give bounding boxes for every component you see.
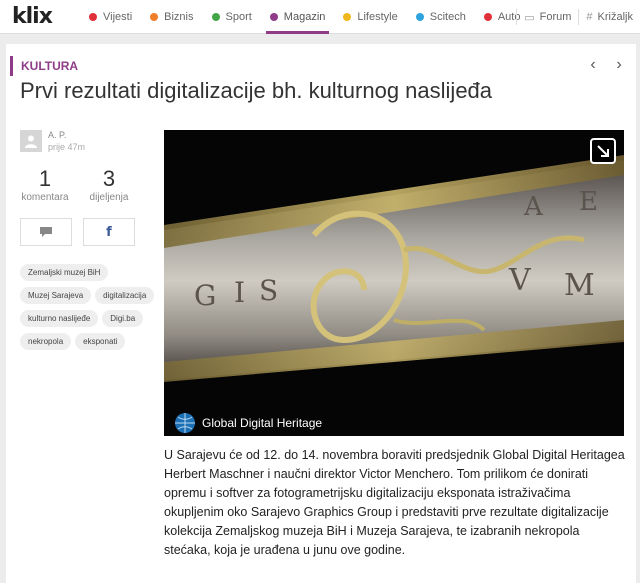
nav-item-label: Lifestyle xyxy=(357,11,398,23)
nav-dot-icon xyxy=(483,13,492,21)
top-navigation-bar: klix Vijesti Biznis Sport Magazin Lifestyle S… xyxy=(0,0,640,34)
hash-icon: # xyxy=(586,11,593,23)
article-card: KULTURA ‹ › Prvi rezultati digitalizacij… xyxy=(6,44,636,583)
nav-item-magazin[interactable]: Magazin xyxy=(261,0,335,34)
nav-dot-icon xyxy=(343,13,352,21)
global-digital-heritage-logo: Global Digital Heritage xyxy=(174,412,322,434)
publish-time: prije 47m xyxy=(48,142,86,152)
nav-item-sport[interactable]: Sport xyxy=(203,0,261,34)
tag-chip[interactable]: digitalizacija xyxy=(95,287,155,304)
comments-stat[interactable]: 1 komentara xyxy=(16,166,74,203)
nav-item-lifestyle[interactable]: Lifestyle xyxy=(334,0,406,34)
user-icon xyxy=(25,135,37,148)
nav-dot-icon xyxy=(415,13,424,21)
nav-item-scitech[interactable]: Scitech xyxy=(407,0,475,34)
nav-item-vijesti[interactable]: Vijesti xyxy=(80,0,141,34)
tag-chip[interactable]: Muzej Sarajeva xyxy=(20,287,92,304)
klix-logo[interactable]: klix xyxy=(12,4,53,29)
gdh-logo-text: Global Digital Heritage xyxy=(202,416,323,430)
tag-chip[interactable]: kulturno naslijeđe xyxy=(20,310,99,327)
tag-chip[interactable]: nekropola xyxy=(20,333,72,350)
nav-right: ▭ Forum # Križaljk xyxy=(516,0,640,34)
image-letter: G xyxy=(194,279,216,312)
nav-dot-icon xyxy=(269,13,278,21)
article-body: U Sarajevu će od 12. do 14. novembra bor… xyxy=(164,448,625,557)
nav-dot-icon xyxy=(89,13,97,21)
nav-item-label: Magazin xyxy=(283,11,326,23)
facebook-share-button[interactable]: f xyxy=(83,218,135,246)
nav-item-label: Scitech xyxy=(429,11,466,23)
nav-item-biznis[interactable]: Biznis xyxy=(141,0,202,34)
article-hero-image[interactable]: G I S V M A E Global Digital Heritage xyxy=(164,130,624,436)
image-letter: A xyxy=(523,192,544,222)
shares-stat: 3 dijeljenja xyxy=(80,166,138,203)
article-pager: ‹ › xyxy=(586,56,626,74)
comments-count: 1 xyxy=(38,166,52,191)
facebook-icon: f xyxy=(106,224,112,240)
author-name[interactable]: A. P. xyxy=(48,130,66,140)
image-letter: E xyxy=(579,187,598,217)
comment-button[interactable] xyxy=(20,218,72,246)
tag-chip[interactable]: Zemaljski muzej BiH xyxy=(20,264,109,281)
article-title: Prvi rezultati digitalizacije bh. kultur… xyxy=(20,78,493,103)
nav-forum[interactable]: ▭ Forum xyxy=(517,0,578,34)
tag-list: Zemaljski muzej BiH Muzej Sarajeva digital… xyxy=(20,264,155,350)
main-nav: Vijesti Biznis Sport Magazin Lifestyle Scitec… xyxy=(80,0,529,34)
globe-icon xyxy=(175,413,195,433)
next-arrow-icon[interactable]: › xyxy=(612,56,626,74)
artifact-image: G I S V M A E xyxy=(164,155,624,382)
section-label[interactable]: KULTURA xyxy=(10,56,78,76)
shares-count: 3 xyxy=(102,166,116,191)
comments-label: komentara xyxy=(21,192,69,203)
nav-dot-icon xyxy=(211,13,220,21)
image-letter: V xyxy=(508,263,532,298)
tag-chip[interactable]: Digi.ba xyxy=(102,310,144,327)
previous-arrow-icon[interactable]: ‹ xyxy=(586,56,600,74)
nav-item-label: Sport xyxy=(225,11,252,23)
nav-item-label: Biznis xyxy=(164,11,194,23)
image-letter: M xyxy=(564,268,595,303)
avatar xyxy=(20,130,42,152)
shares-label: dijeljenja xyxy=(89,192,129,203)
expand-icon[interactable] xyxy=(590,138,616,164)
nav-dot-icon xyxy=(150,13,159,21)
nav-krizaljka[interactable]: # Križaljk xyxy=(579,0,640,34)
nav-forum-label: Forum xyxy=(539,11,572,23)
image-letter: S xyxy=(259,274,278,307)
comment-icon xyxy=(40,227,52,237)
tag-chip[interactable]: eksponati xyxy=(75,333,126,350)
nav-item-label: Vijesti xyxy=(103,11,133,23)
nav-krizaljka-label: Križaljk xyxy=(597,11,633,23)
chat-icon: ▭ xyxy=(524,11,535,24)
image-letter: I xyxy=(234,276,245,309)
